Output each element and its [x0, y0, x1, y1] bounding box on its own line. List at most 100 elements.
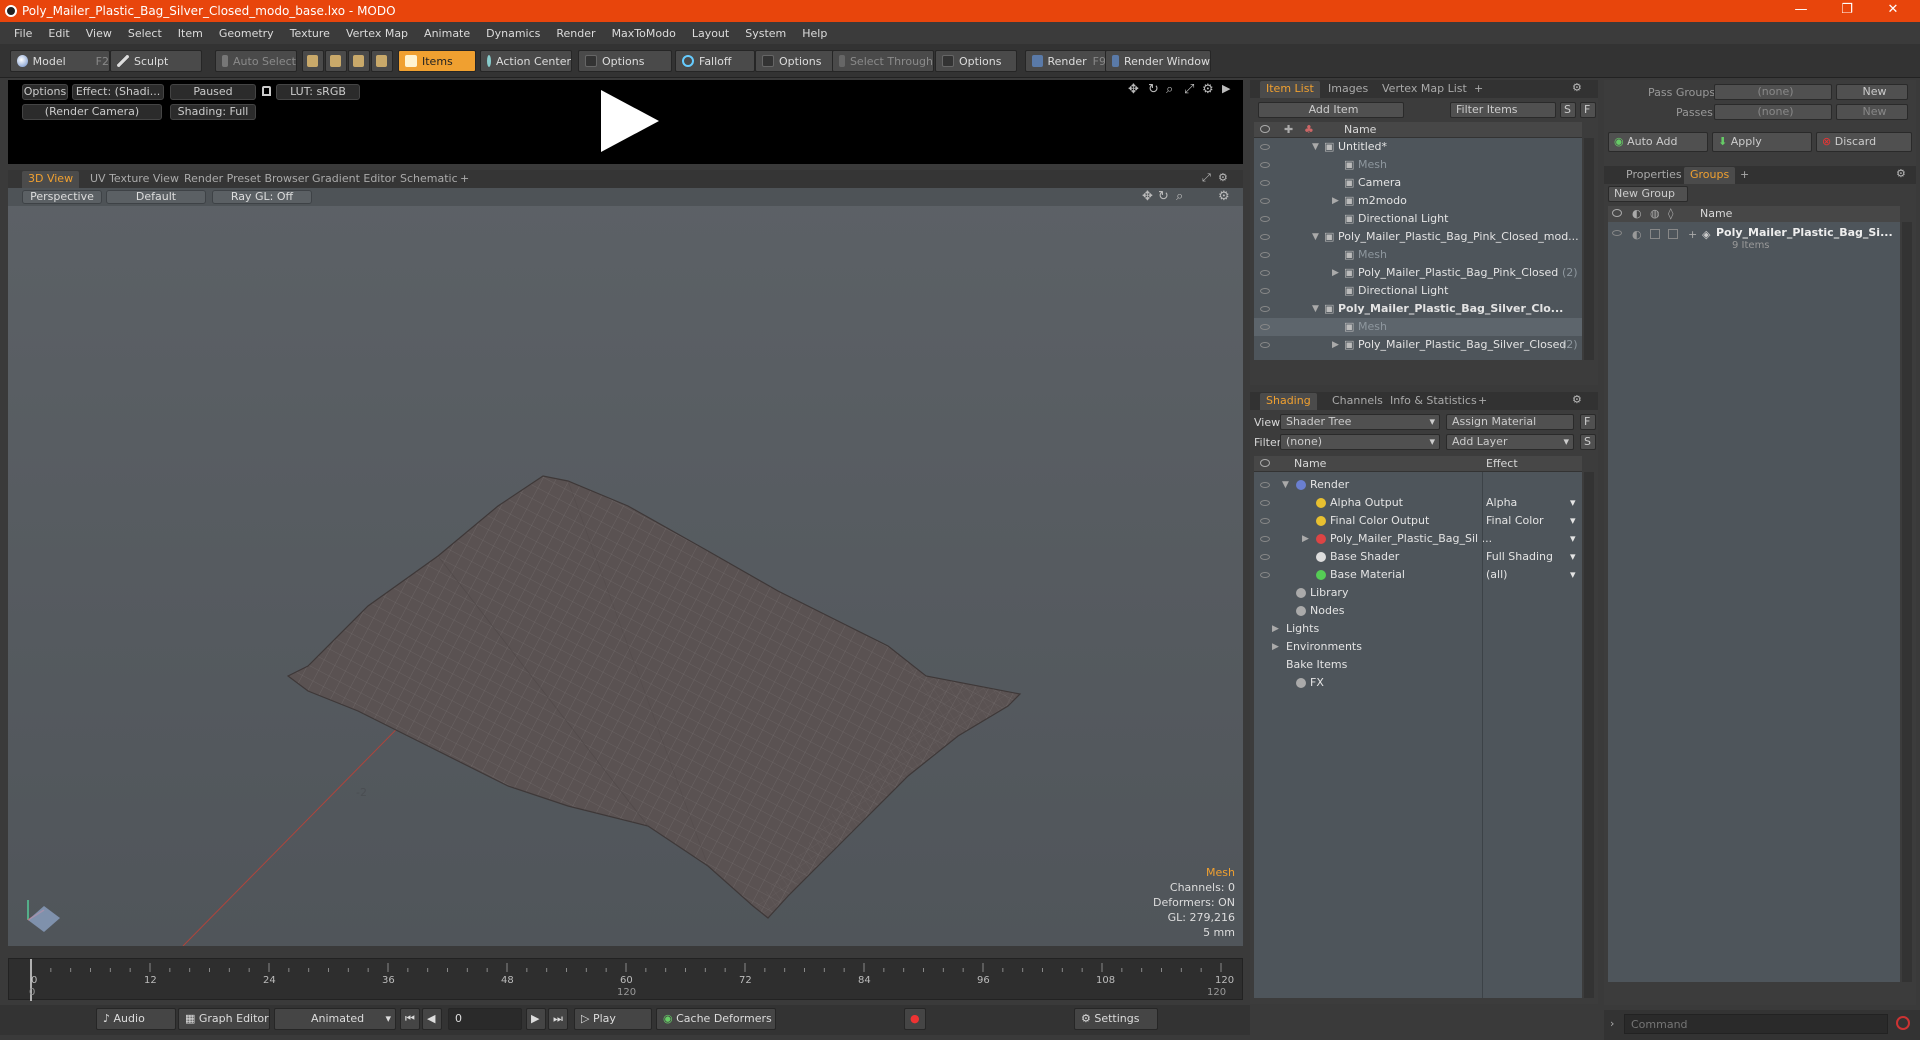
- go-to-start-button[interactable]: ⏮: [400, 1008, 420, 1030]
- tab-shading[interactable]: Shading: [1260, 393, 1317, 410]
- preview-move-icon[interactable]: ✥: [1128, 82, 1139, 97]
- menu-select[interactable]: Select: [120, 27, 170, 40]
- viewport-gear-icon[interactable]: ⚙: [1218, 189, 1230, 204]
- groups-scrollbar[interactable]: [1902, 222, 1912, 982]
- visibility-eye-icon[interactable]: [1260, 270, 1270, 276]
- auto-add-button[interactable]: ◉ Auto Add: [1608, 132, 1708, 152]
- item-list-row[interactable]: ▶ ▣ m2modo: [1254, 192, 1582, 210]
- chevron-down-icon[interactable]: ▼: [1312, 138, 1319, 156]
- item-list-row[interactable]: ▣ Directional Light: [1254, 210, 1582, 228]
- add-tab-button[interactable]: +: [1734, 167, 1755, 184]
- select-through-options-button[interactable]: Options: [935, 50, 1017, 72]
- raygl-dropdown[interactable]: Ray GL: Off: [212, 190, 312, 204]
- render-window-button[interactable]: Render Window: [1105, 50, 1211, 72]
- item-list-row[interactable]: ▶ ▣ Poly_Mailer_Plastic_Bag_Pink_Closed (2): [1254, 264, 1582, 282]
- group-render-toggle[interactable]: ◐: [1632, 228, 1642, 241]
- view-dropdown[interactable]: Shader Tree ▾: [1280, 414, 1440, 430]
- items-mode-button[interactable]: Items: [398, 50, 476, 72]
- preview-camera-dropdown[interactable]: (Render Camera): [22, 104, 162, 120]
- group-lock-checkbox[interactable]: [1650, 229, 1660, 239]
- visibility-eye-icon[interactable]: [1260, 500, 1270, 506]
- viewport-tabs-gear-icon[interactable]: ⚙: [1218, 171, 1228, 184]
- chevron-down-icon[interactable]: ▼: [1312, 300, 1319, 318]
- chevron-down-icon[interactable]: ▼: [1282, 476, 1289, 494]
- preview-maximize-icon[interactable]: ⤢: [1184, 82, 1194, 97]
- preview-rotate-icon[interactable]: ↻: [1148, 82, 1159, 97]
- perspective-dropdown[interactable]: Perspective: [22, 190, 102, 204]
- visibility-eye-icon[interactable]: [1260, 144, 1270, 150]
- falloff-options-button[interactable]: Options: [755, 50, 835, 72]
- shader-tree[interactable]: ▼ Render Alpha Output Alpha ▾ Final Color Out…: [1254, 472, 1582, 998]
- menu-system[interactable]: System: [737, 27, 794, 40]
- new-pass-group-button[interactable]: New: [1836, 84, 1908, 100]
- timeline[interactable]: 0 12 24 36 48 60 72 84 96 108 120 0 120 120: [8, 958, 1243, 1001]
- menu-file[interactable]: File: [6, 27, 40, 40]
- menu-item[interactable]: Item: [170, 27, 211, 40]
- shader-effect-dropdown[interactable]: Full Shading: [1486, 548, 1553, 566]
- action-center-button[interactable]: Action Center: [480, 50, 572, 72]
- tab-vertex-map-list[interactable]: Vertex Map List: [1376, 81, 1473, 98]
- settings-button[interactable]: ⚙ Settings: [1074, 1008, 1158, 1030]
- select-materials-button[interactable]: [371, 50, 393, 72]
- frame-field[interactable]: 0: [448, 1008, 522, 1030]
- visibility-eye-icon[interactable]: [1260, 198, 1270, 204]
- item-list-row[interactable]: ▣ Directional Light: [1254, 282, 1582, 300]
- filter-dropdown[interactable]: (none) ▾: [1280, 434, 1440, 450]
- next-key-button[interactable]: ▶: [526, 1008, 546, 1030]
- passes-dropdown[interactable]: (none): [1714, 104, 1832, 120]
- item-list-row[interactable]: ▣ Mesh: [1254, 318, 1582, 336]
- minimize-icon[interactable]: —: [1778, 0, 1824, 22]
- chevron-right-icon[interactable]: ▶: [1332, 264, 1339, 282]
- search-toggle-button[interactable]: S: [1560, 102, 1576, 118]
- play-icon[interactable]: [593, 86, 663, 156]
- visibility-eye-icon[interactable]: [1260, 554, 1270, 560]
- groups-list[interactable]: ◐ + ◈ Poly_Mailer_Plastic_Bag_Si... 9 It…: [1608, 222, 1900, 982]
- action-center-options-button[interactable]: Options: [578, 50, 672, 72]
- menu-view[interactable]: View: [78, 27, 120, 40]
- lock-icon[interactable]: [262, 86, 271, 96]
- chevron-right-icon[interactable]: ▶: [1332, 192, 1339, 210]
- tab-info-statistics[interactable]: Info & Statistics: [1384, 393, 1483, 410]
- preview-gear-icon[interactable]: ⚙: [1202, 82, 1214, 97]
- falloff-button[interactable]: Falloff: [675, 50, 755, 72]
- poly-mailer-bag-mesh[interactable]: [286, 475, 1022, 919]
- cache-deformers-button[interactable]: ◉ Cache Deformers: [656, 1008, 776, 1030]
- render-button[interactable]: Render F9: [1025, 50, 1107, 72]
- select-vertices-button[interactable]: [302, 50, 324, 72]
- menu-layout[interactable]: Layout: [684, 27, 737, 40]
- visibility-eye-icon[interactable]: [1260, 536, 1270, 542]
- visibility-eye-icon[interactable]: [1260, 252, 1270, 258]
- shader-tree-row[interactable]: ▶ Lights: [1254, 620, 1582, 638]
- maximize-icon[interactable]: ❐: [1824, 0, 1870, 22]
- assign-material-button[interactable]: Assign Material: [1446, 414, 1574, 430]
- preview-lut-dropdown[interactable]: LUT: sRGB: [276, 84, 360, 100]
- shader-tree-row[interactable]: Alpha Output Alpha ▾: [1254, 494, 1582, 512]
- tab-images[interactable]: Images: [1322, 81, 1374, 98]
- viewport-rotate-icon[interactable]: ↻: [1158, 189, 1169, 204]
- visibility-eye-icon[interactable]: [1260, 324, 1270, 330]
- pass-groups-dropdown[interactable]: (none): [1714, 84, 1832, 100]
- visibility-eye-icon[interactable]: [1260, 518, 1270, 524]
- sculpt-mode-button[interactable]: Sculpt: [110, 50, 202, 72]
- visibility-eye-icon[interactable]: [1260, 162, 1270, 168]
- chevron-right-icon[interactable]: ▶: [1272, 638, 1279, 656]
- shader-tree-row[interactable]: Final Color Output Final Color ▾: [1254, 512, 1582, 530]
- new-group-button[interactable]: New Group: [1608, 186, 1688, 202]
- groups-gear-icon[interactable]: ⚙: [1896, 167, 1906, 180]
- group-eye-icon[interactable]: [1612, 230, 1622, 236]
- shader-tree-scrollbar[interactable]: [1584, 472, 1594, 998]
- visibility-eye-icon[interactable]: [1260, 572, 1270, 578]
- menu-render[interactable]: Render: [548, 27, 603, 40]
- menu-vertex-map[interactable]: Vertex Map: [338, 27, 416, 40]
- item-list-row[interactable]: ▶ ▣ Poly_Mailer_Plastic_Bag_Silver_Closed(…: [1254, 336, 1582, 354]
- apply-button[interactable]: ⬇ Apply: [1712, 132, 1812, 152]
- preview-paused-button[interactable]: Paused: [170, 84, 256, 100]
- add-tab-button[interactable]: +: [454, 171, 475, 188]
- shader-tree-row[interactable]: Base Material (all) ▾: [1254, 566, 1582, 584]
- chevron-right-icon[interactable]: ▶: [1272, 620, 1279, 638]
- item-list-row[interactable]: ▣ Camera: [1254, 174, 1582, 192]
- preview-options-button[interactable]: Options: [22, 84, 68, 100]
- menu-dynamics[interactable]: Dynamics: [478, 27, 548, 40]
- visibility-eye-icon[interactable]: [1260, 342, 1270, 348]
- shading-gear-icon[interactable]: ⚙: [1572, 393, 1582, 406]
